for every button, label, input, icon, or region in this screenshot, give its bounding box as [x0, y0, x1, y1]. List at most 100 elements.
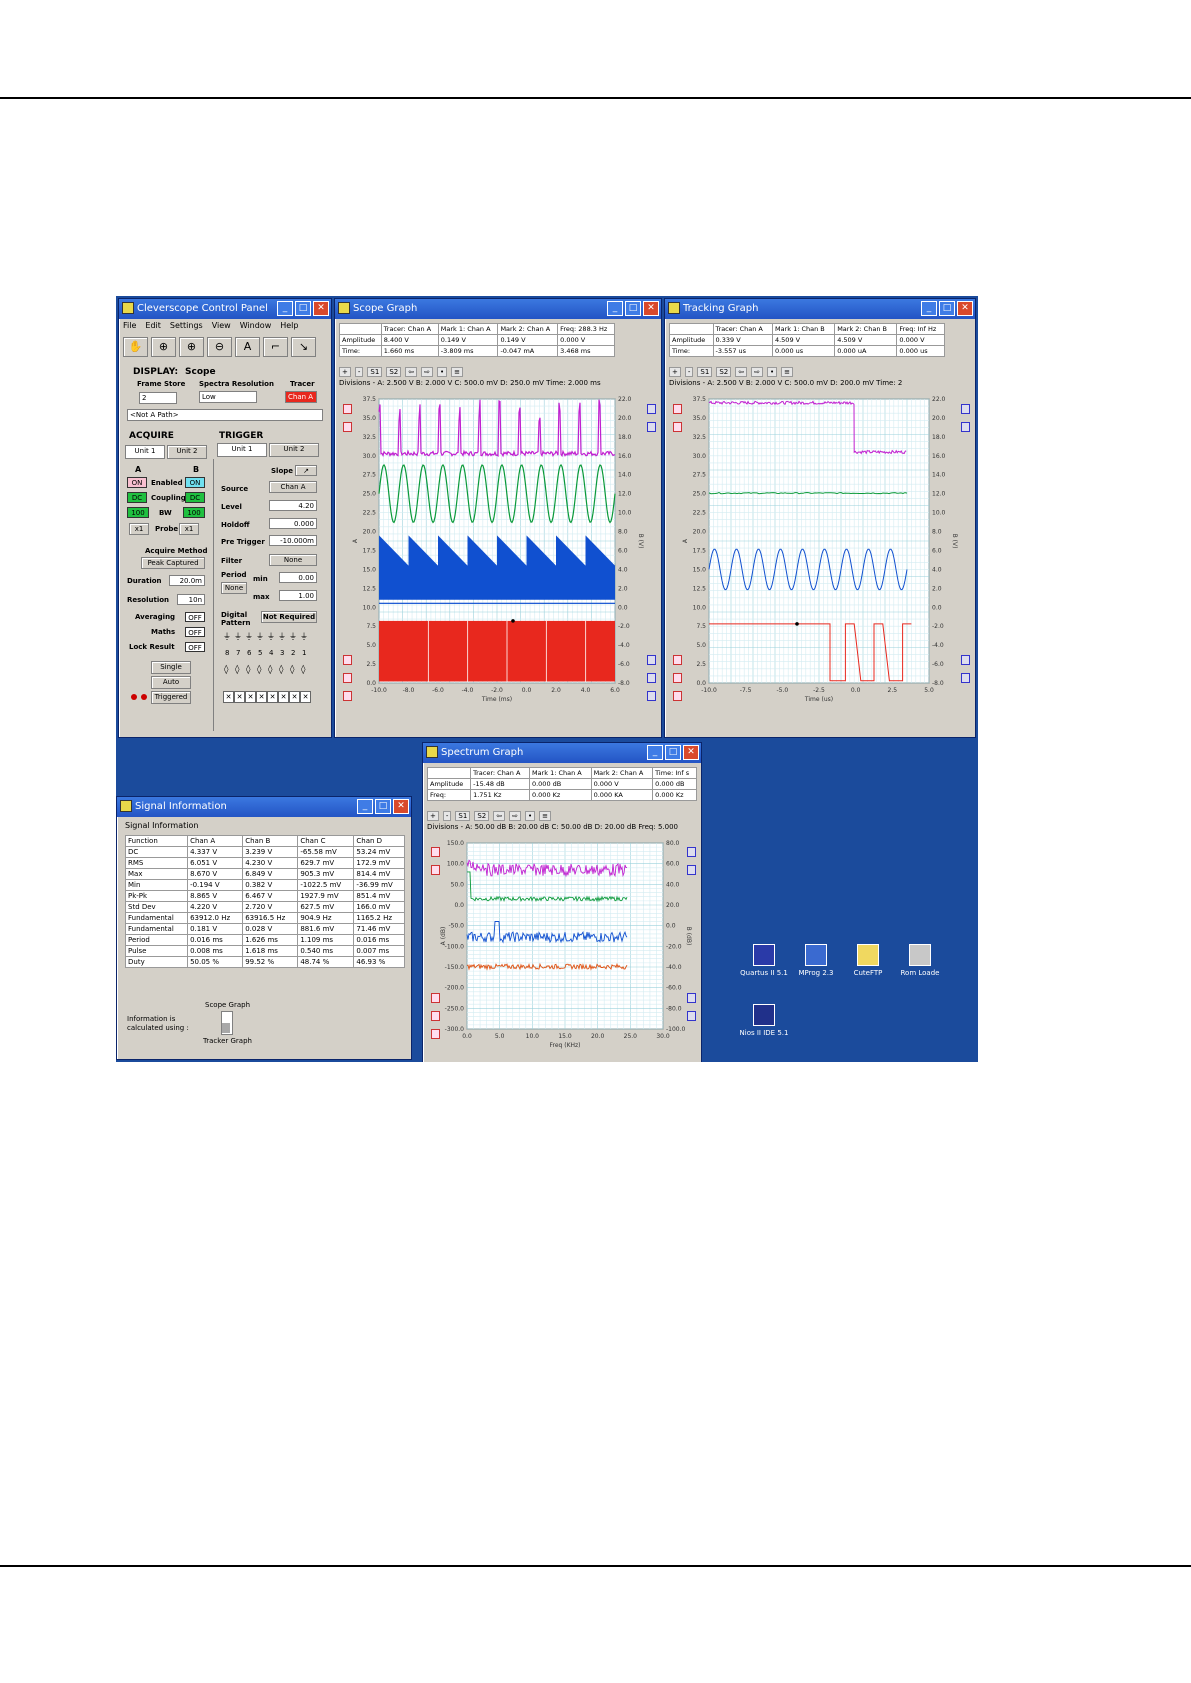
averaging-toggle[interactable]: OFF — [185, 612, 205, 622]
bit-state-toggle[interactable]: ✕ — [289, 691, 300, 703]
maximize-button[interactable]: □ — [665, 745, 681, 760]
bit-state-toggle[interactable]: ✕ — [300, 691, 311, 703]
scope-plot[interactable]: 37.5 35.0 32.5 30.0 27.5 25.0 22.5 20.0 17.5 15.0… — [335, 391, 663, 731]
bit-state-toggle[interactable]: ✕ — [278, 691, 289, 703]
maths-toggle[interactable]: OFF — [185, 627, 205, 637]
bit-spinner[interactable]: ◊ — [246, 665, 250, 675]
menu-help[interactable]: Help — [280, 319, 298, 333]
zoom-out-icon[interactable]: ⊖ — [207, 337, 232, 357]
graph-tool-button[interactable]: ≡ — [781, 367, 793, 377]
close-button[interactable]: ✕ — [683, 745, 699, 760]
b-bw-toggle[interactable]: 100 — [183, 507, 205, 518]
tracking-graph-titlebar[interactable]: Tracking Graph _ □ ✕ — [665, 299, 975, 319]
acq-tab-unit1[interactable]: Unit 1 — [125, 445, 165, 459]
bit-state-toggle[interactable]: ✕ — [223, 691, 234, 703]
desktop-icon-quartus[interactable]: Quartus II 5.1 — [736, 944, 792, 977]
minimize-button[interactable]: _ — [921, 301, 937, 316]
filter-select[interactable]: None — [269, 554, 317, 566]
minimize-button[interactable]: _ — [647, 745, 663, 760]
graph-tool-button[interactable]: ⇦ — [735, 367, 748, 377]
desktop-icon-romloader[interactable]: Rom Loade — [892, 944, 948, 977]
close-button[interactable]: ✕ — [643, 301, 659, 316]
frame-store-field[interactable]: 2 — [139, 392, 177, 404]
bit-spinner[interactable]: ◊ — [301, 665, 305, 675]
graph-tool-button[interactable]: - — [684, 367, 694, 377]
menu-window[interactable]: Window — [240, 319, 272, 333]
bit-spinner[interactable]: ◊ — [224, 665, 228, 675]
holdoff-field[interactable]: 0.000 — [269, 518, 317, 529]
bit-state-toggle[interactable]: ✕ — [245, 691, 256, 703]
menu-edit[interactable]: Edit — [145, 319, 161, 333]
path-field[interactable]: <Not A Path> — [127, 409, 323, 421]
close-button[interactable]: ✕ — [313, 301, 329, 316]
resolution-field[interactable]: 10n — [177, 594, 205, 605]
spectra-resolution-select[interactable]: Low — [199, 391, 257, 403]
graph-source-switch[interactable] — [221, 1011, 233, 1035]
menu-settings[interactable]: Settings — [170, 319, 203, 333]
bit-state-toggle[interactable]: ✕ — [256, 691, 267, 703]
level-field[interactable]: 4.20 — [269, 500, 317, 511]
graph-tool-button[interactable]: S2 — [474, 811, 490, 821]
close-button[interactable]: ✕ — [393, 799, 409, 814]
digital-pattern-select[interactable]: Not Required — [261, 611, 317, 623]
graph-tool-button[interactable]: S2 — [716, 367, 732, 377]
bit-spinner[interactable]: ◊ — [235, 665, 239, 675]
control-panel-titlebar[interactable]: Cleverscope Control Panel _ □ ✕ — [119, 299, 331, 319]
graph-tool-button[interactable]: + — [427, 811, 439, 821]
pre-trigger-field[interactable]: -10.000m — [269, 535, 317, 546]
graph-tool-button[interactable]: ⇨ — [509, 811, 521, 821]
menu-file[interactable]: File — [123, 319, 136, 333]
graph-tool-button[interactable]: S1 — [455, 811, 471, 821]
scope-graph-titlebar[interactable]: Scope Graph _ □ ✕ — [335, 299, 661, 319]
option-tracker-graph[interactable]: Tracker Graph — [203, 1037, 252, 1045]
b-probe-select[interactable]: x1 — [179, 523, 199, 535]
pointer-icon[interactable]: ↘ — [291, 337, 316, 357]
bit-state-toggle[interactable]: ✕ — [234, 691, 245, 703]
spectrum-graph-titlebar[interactable]: Spectrum Graph _ □ ✕ — [423, 743, 701, 763]
triggered-button[interactable]: Triggered — [151, 691, 191, 704]
zoom-in-icon[interactable]: ⊕ — [179, 337, 204, 357]
graph-tool-button[interactable]: S1 — [367, 367, 383, 377]
graph-tool-button[interactable]: + — [669, 367, 681, 377]
minimize-button[interactable]: _ — [607, 301, 623, 316]
min-field[interactable]: 0.00 — [279, 572, 317, 583]
graph-tool-button[interactable]: ⇦ — [405, 367, 418, 377]
tracking-plot[interactable]: 37.5 35.0 32.5 30.0 27.5 25.0 22.5 20.0 17.5 15.0… — [665, 391, 977, 731]
signal-info-titlebar[interactable]: Signal Information _ □ ✕ — [117, 797, 411, 817]
maximize-button[interactable]: □ — [625, 301, 641, 316]
desktop-icon-cuteftp[interactable]: CuteFTP — [840, 944, 896, 977]
close-button[interactable]: ✕ — [957, 301, 973, 316]
option-scope-graph[interactable]: Scope Graph — [205, 1001, 250, 1009]
maximize-button[interactable]: □ — [295, 301, 311, 316]
graph-tool-button[interactable]: S1 — [697, 367, 713, 377]
duration-field[interactable]: 20.0m — [169, 575, 205, 586]
maximize-button[interactable]: □ — [939, 301, 955, 316]
menu-view[interactable]: View — [212, 319, 231, 333]
trig-tab-unit2[interactable]: Unit 2 — [269, 443, 319, 457]
maximize-button[interactable]: □ — [375, 799, 391, 814]
hand-icon[interactable]: ✋ — [123, 337, 148, 357]
bit-spinner[interactable]: ◊ — [268, 665, 272, 675]
graph-tool-button[interactable]: ⇨ — [421, 367, 433, 377]
auto-button[interactable]: Auto — [151, 676, 191, 689]
trig-tab-unit1[interactable]: Unit 1 — [217, 443, 267, 457]
graph-tool-button[interactable]: ⇦ — [493, 811, 506, 821]
b-enabled-toggle[interactable]: ON — [185, 477, 205, 488]
bit-spinner[interactable]: ◊ — [290, 665, 294, 675]
tracer-select[interactable]: Chan A — [285, 391, 317, 403]
a-bw-toggle[interactable]: 100 — [127, 507, 149, 518]
graph-tool-button[interactable]: • — [766, 367, 778, 377]
minimize-button[interactable]: _ — [277, 301, 293, 316]
lock-result-toggle[interactable]: OFF — [185, 642, 205, 652]
bit-spinner[interactable]: ◊ — [279, 665, 283, 675]
desktop-icon-mprog[interactable]: MProg 2.3 — [788, 944, 844, 977]
zoom-icon[interactable]: ⊕ — [151, 337, 176, 357]
minimize-button[interactable]: _ — [357, 799, 373, 814]
bit-state-toggle[interactable]: ✕ — [267, 691, 278, 703]
graph-tool-button[interactable]: S2 — [386, 367, 402, 377]
graph-tool-button[interactable]: ≡ — [539, 811, 551, 821]
b-coupling-toggle[interactable]: DC — [185, 492, 205, 503]
bit-spinner[interactable]: ◊ — [257, 665, 261, 675]
single-button[interactable]: Single — [151, 661, 191, 674]
max-field[interactable]: 1.00 — [279, 590, 317, 601]
